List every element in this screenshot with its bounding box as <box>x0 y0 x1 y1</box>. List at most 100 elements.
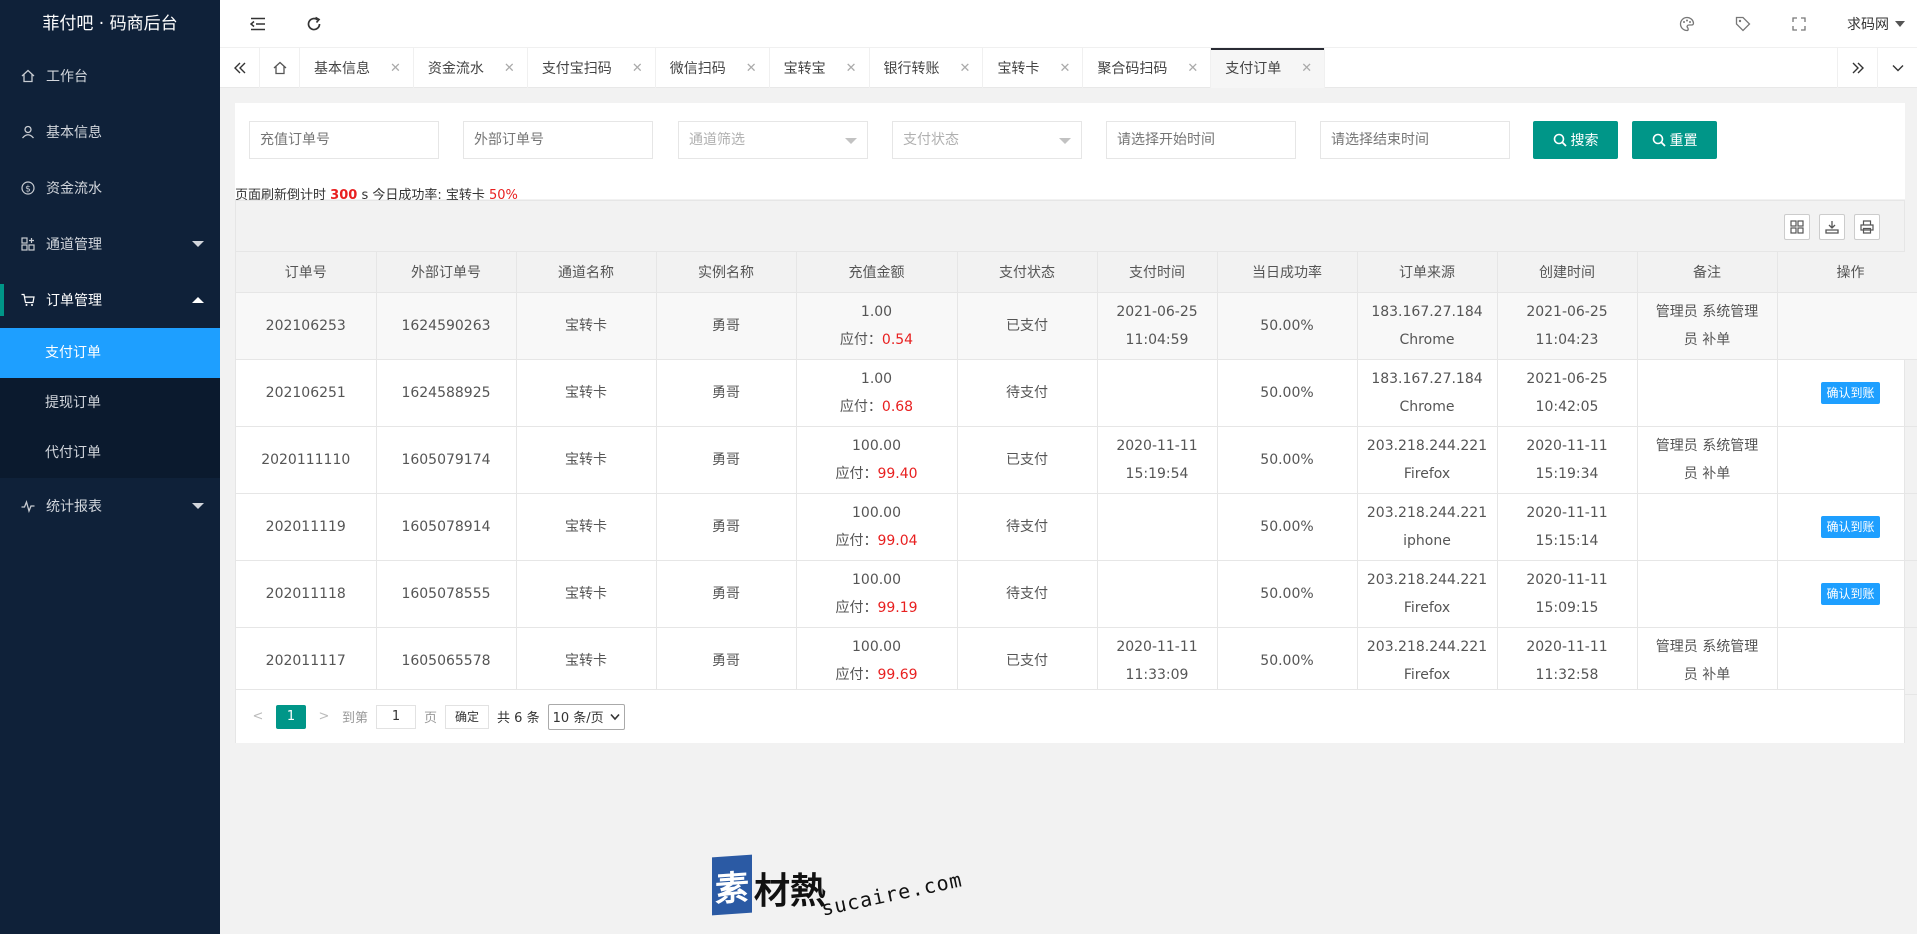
sidebar-item-reports[interactable]: 统计报表 <box>0 478 220 534</box>
column-header[interactable]: 外部订单号 <box>376 252 517 293</box>
sidebar-subitem-withdraw-orders[interactable]: 提现订单 <box>0 378 220 428</box>
column-header[interactable]: 支付状态 <box>957 252 1098 293</box>
cell-pay-time <box>1097 493 1218 561</box>
confirm-received-button[interactable]: 确认到账 <box>1821 381 1880 404</box>
sidebar-item-funds[interactable]: $ 资金流水 <box>0 160 220 216</box>
tag-icon[interactable] <box>1731 12 1755 36</box>
close-icon[interactable]: ✕ <box>1187 61 1198 76</box>
refresh-icon[interactable] <box>302 12 326 36</box>
watermark-logo: 素 材熱 sucaire.com <box>712 854 964 921</box>
tabs-scroll-right-icon[interactable] <box>1837 48 1877 88</box>
sidebar-subitem-pay-orders[interactable]: 支付订单 <box>0 328 220 378</box>
cell-amount: 100.00 应付：99.69 <box>796 627 958 695</box>
goto-page-input[interactable] <box>376 704 417 729</box>
tab-aggregate-scan[interactable]: 聚合码扫码 ✕ <box>1083 48 1212 88</box>
user-menu[interactable]: 求码网 <box>1847 14 1905 34</box>
home-tab-icon[interactable] <box>260 48 300 88</box>
column-header[interactable]: 实例名称 <box>656 252 797 293</box>
prev-page-icon[interactable]: < <box>248 709 268 724</box>
theme-icon[interactable] <box>1675 12 1699 36</box>
start-time-input[interactable] <box>1106 121 1296 159</box>
sidebar-subitem-payout-orders[interactable]: 代付订单 <box>0 428 220 478</box>
status-select[interactable]: 支付状态 <box>892 121 1082 159</box>
export-icon[interactable] <box>1819 214 1845 240</box>
search-button[interactable]: 搜索 <box>1533 121 1618 159</box>
brand-title: 菲付吧 · 码商后台 <box>42 14 178 34</box>
created-clock: 10:42:05 <box>1535 398 1599 415</box>
external-no-input[interactable] <box>463 121 653 159</box>
current-page-button[interactable]: 1 <box>276 704 306 729</box>
reset-button[interactable]: 重置 <box>1632 121 1717 159</box>
column-header[interactable]: 备注 <box>1637 252 1778 293</box>
end-time-input[interactable] <box>1320 121 1510 159</box>
tab-wechat-scan[interactable]: 微信扫码 ✕ <box>656 48 770 88</box>
close-icon[interactable]: ✕ <box>632 61 643 76</box>
column-header[interactable]: 订单来源 <box>1357 252 1498 293</box>
column-header[interactable]: 支付时间 <box>1097 252 1218 293</box>
chevron-down-icon <box>845 138 857 144</box>
column-header[interactable]: 当日成功率 <box>1217 252 1358 293</box>
search-button-label: 搜索 <box>1570 133 1599 149</box>
tab-alipay-to-card[interactable]: 宝转卡 ✕ <box>983 48 1084 88</box>
payable-label: 应付： <box>835 532 878 549</box>
channel-select[interactable]: 通道筛选 <box>678 121 868 159</box>
goto-confirm-button[interactable]: 确定 <box>445 704 490 729</box>
user-icon <box>20 124 36 140</box>
cell-pay-time: 2020-11-11 11:33:09 <box>1097 627 1218 695</box>
column-header[interactable]: 订单号 <box>236 252 377 293</box>
menu-fold-icon[interactable] <box>246 12 270 36</box>
remark-line: 管理员 系统管理 <box>1655 303 1759 320</box>
source-ip: 203.218.244.221 <box>1366 504 1488 521</box>
close-icon[interactable]: ✕ <box>1301 61 1312 76</box>
confirm-received-button[interactable]: 确认到账 <box>1821 515 1880 538</box>
sidebar-item-orders[interactable]: 订单管理 <box>0 272 220 328</box>
close-icon[interactable]: ✕ <box>960 61 971 76</box>
tab-basic-info[interactable]: 基本信息 ✕ <box>300 48 414 88</box>
cell-instance: 勇哥 <box>656 627 797 695</box>
close-icon[interactable]: ✕ <box>390 61 401 76</box>
column-header[interactable]: 充值金额 <box>796 252 958 293</box>
cell-channel: 宝转卡 <box>516 426 657 494</box>
tabs-menu-chevron-icon[interactable] <box>1877 48 1917 88</box>
cell-created: 2020-11-11 15:19:34 <box>1497 426 1638 494</box>
close-icon[interactable]: ✕ <box>846 61 857 76</box>
sidebar-item-workbench[interactable]: 工作台 <box>0 48 220 104</box>
page-size-select[interactable]: 10 条/页 <box>547 703 625 730</box>
source-ip: 203.218.244.221 <box>1366 437 1488 454</box>
payable-line: 应付：99.69 <box>797 661 957 689</box>
created-clock: 11:32:58 <box>1535 666 1599 683</box>
print-icon[interactable] <box>1854 214 1880 240</box>
close-icon[interactable]: ✕ <box>746 61 757 76</box>
cell-amount: 1.00 应付：0.54 <box>796 292 958 360</box>
columns-icon[interactable] <box>1784 214 1810 240</box>
tab-pay-orders[interactable]: 支付订单 ✕ <box>1211 48 1326 88</box>
tab-bank-transfer[interactable]: 银行转账 ✕ <box>870 48 984 88</box>
tab-alipay-scan[interactable]: 支付宝扫码 ✕ <box>528 48 656 88</box>
column-header[interactable]: 操作 <box>1777 252 1917 293</box>
column-header[interactable]: 通道名称 <box>516 252 657 293</box>
amount-value: 100.00 <box>852 504 901 521</box>
sidebar-nav: 工作台 基本信息 $ 资金流水 通道管理 订单管理 <box>0 48 220 328</box>
remark-line: 员 补单 <box>1683 331 1731 348</box>
table-header-row: 订单号 外部订单号 通道名称 实例名称 充值金额 支付状态 支付时间 当日成功率… <box>236 252 1917 293</box>
close-icon[interactable]: ✕ <box>1059 61 1070 76</box>
pay-date: 2020-11-11 <box>1116 638 1198 655</box>
cell-channel: 宝转卡 <box>516 493 657 561</box>
cell-action: 确认到账 <box>1777 560 1917 628</box>
close-icon[interactable]: ✕ <box>504 61 515 76</box>
tab-bar: 基本信息 ✕ 资金流水 ✕ 支付宝扫码 ✕ 微信扫码 ✕ 宝转宝 ✕ 银行转账 ✕ 宝转卡 ✕… <box>220 48 1917 88</box>
fullscreen-icon[interactable] <box>1787 12 1811 36</box>
sidebar-item-basic-info[interactable]: 基本信息 <box>0 104 220 160</box>
order-no-input[interactable] <box>249 121 439 159</box>
source-ua: Chrome <box>1399 398 1455 415</box>
tabs-scroll-left-icon[interactable] <box>220 48 260 88</box>
sidebar-item-channels[interactable]: 通道管理 <box>0 216 220 272</box>
tab-alipay-to-alipay[interactable]: 宝转宝 ✕ <box>770 48 870 88</box>
tab-funds[interactable]: 资金流水 ✕ <box>414 48 528 88</box>
cell-source: 203.218.244.221 Firefox <box>1357 560 1498 628</box>
sidebar-item-label: 资金流水 <box>46 181 102 197</box>
column-header[interactable]: 创建时间 <box>1497 252 1638 293</box>
cell-created: 2020-11-11 11:32:58 <box>1497 627 1638 695</box>
next-page-icon[interactable]: > <box>314 709 334 724</box>
confirm-received-button[interactable]: 确认到账 <box>1821 582 1880 605</box>
